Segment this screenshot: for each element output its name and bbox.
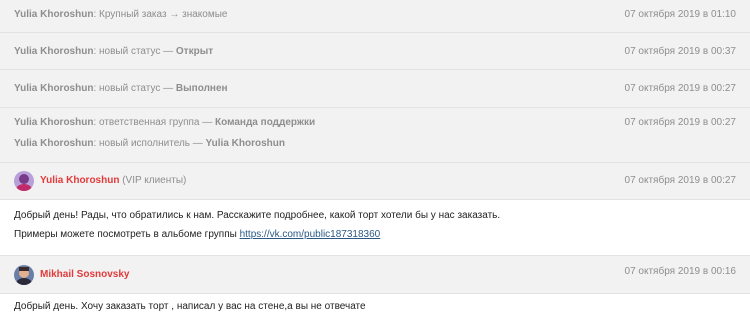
message-author[interactable]: Mikhail Sosnovsky [40, 269, 129, 280]
status-value: Выполнен [175, 83, 228, 94]
history-event: Yulia Khoroshun: новый статус — Открыт 0… [0, 33, 750, 70]
author-role: (VIP клиенты) [119, 175, 187, 186]
event-line: Yulia Khoroshun: новый статус — Открыт [14, 46, 213, 57]
status-value: Открыт [175, 46, 214, 57]
event-time: 07 октября 2019 в 00:27 [624, 83, 736, 94]
message-time: 07 октября 2019 в 00:27 [624, 175, 736, 186]
message-author[interactable]: Yulia Khoroshun (VIP клиенты) [40, 175, 186, 186]
event-text: : ответственная группа — [93, 117, 216, 128]
event-line: Yulia Khoroshun: новый статус — Выполнен [14, 83, 228, 94]
history-event: Yulia Khoroshun: ответственная группа — … [0, 108, 750, 163]
message-text: Примеры можете посмотреть в альбоме груп… [14, 229, 380, 240]
avatar[interactable] [14, 265, 34, 285]
avatar[interactable] [14, 171, 34, 191]
event-author[interactable]: Yulia Khoroshun [14, 83, 93, 94]
history-event: Yulia Khoroshun: Крупный заказ → знакомы… [0, 0, 750, 33]
event-time: 07 октября 2019 в 01:10 [624, 9, 736, 20]
event-line: Yulia Khoroshun: Крупный заказ → знакомы… [14, 9, 227, 20]
message-text: Добрый день! Рады, что обратились к нам.… [14, 210, 501, 221]
message-body: Добрый день. Хочу заказать торт , написа… [0, 294, 750, 326]
event-author[interactable]: Yulia Khoroshun [14, 46, 93, 57]
history-event: Yulia Khoroshun: новый статус — Выполнен… [0, 70, 750, 108]
group-value: Команда поддержки [215, 117, 316, 128]
event-line: Yulia Khoroshun: новый исполнитель — Yul… [14, 138, 285, 149]
event-author[interactable]: Yulia Khoroshun [14, 9, 93, 20]
message-text-prefix: Примеры можете посмотреть в альбоме груп… [14, 229, 240, 240]
author-name[interactable]: Mikhail Sosnovsky [40, 269, 129, 280]
message-header: Mikhail Sosnovsky 07 октября 2019 в 00:1… [0, 255, 750, 294]
event-author[interactable]: Yulia Khoroshun [14, 138, 93, 149]
event-line: Yulia Khoroshun: ответственная группа — … [14, 117, 315, 128]
assignee-value: Yulia Khoroshun [205, 138, 285, 149]
message-time: 07 октября 2019 в 00:16 [624, 266, 736, 277]
message-header: Yulia Khoroshun (VIP клиенты) 07 октября… [0, 163, 750, 200]
event-text: : новый статус — [93, 46, 176, 57]
author-name[interactable]: Yulia Khoroshun [40, 175, 119, 186]
event-text: : новый исполнитель — [93, 138, 206, 149]
event-text: : новый статус — [93, 83, 176, 94]
event-author[interactable]: Yulia Khoroshun [14, 117, 93, 128]
event-time: 07 октября 2019 в 00:27 [624, 117, 736, 128]
ticket-feed: Yulia Khoroshun: Крупный заказ → знакомы… [0, 0, 750, 326]
message-body: Добрый день! Рады, что обратились к нам.… [0, 200, 750, 255]
event-time: 07 октября 2019 в 00:37 [624, 46, 736, 57]
album-link[interactable]: https://vk.com/public187318360 [240, 229, 381, 240]
message-text: Добрый день. Хочу заказать торт , написа… [14, 301, 366, 312]
event-text: : Крупный заказ → знакомые [93, 9, 228, 20]
